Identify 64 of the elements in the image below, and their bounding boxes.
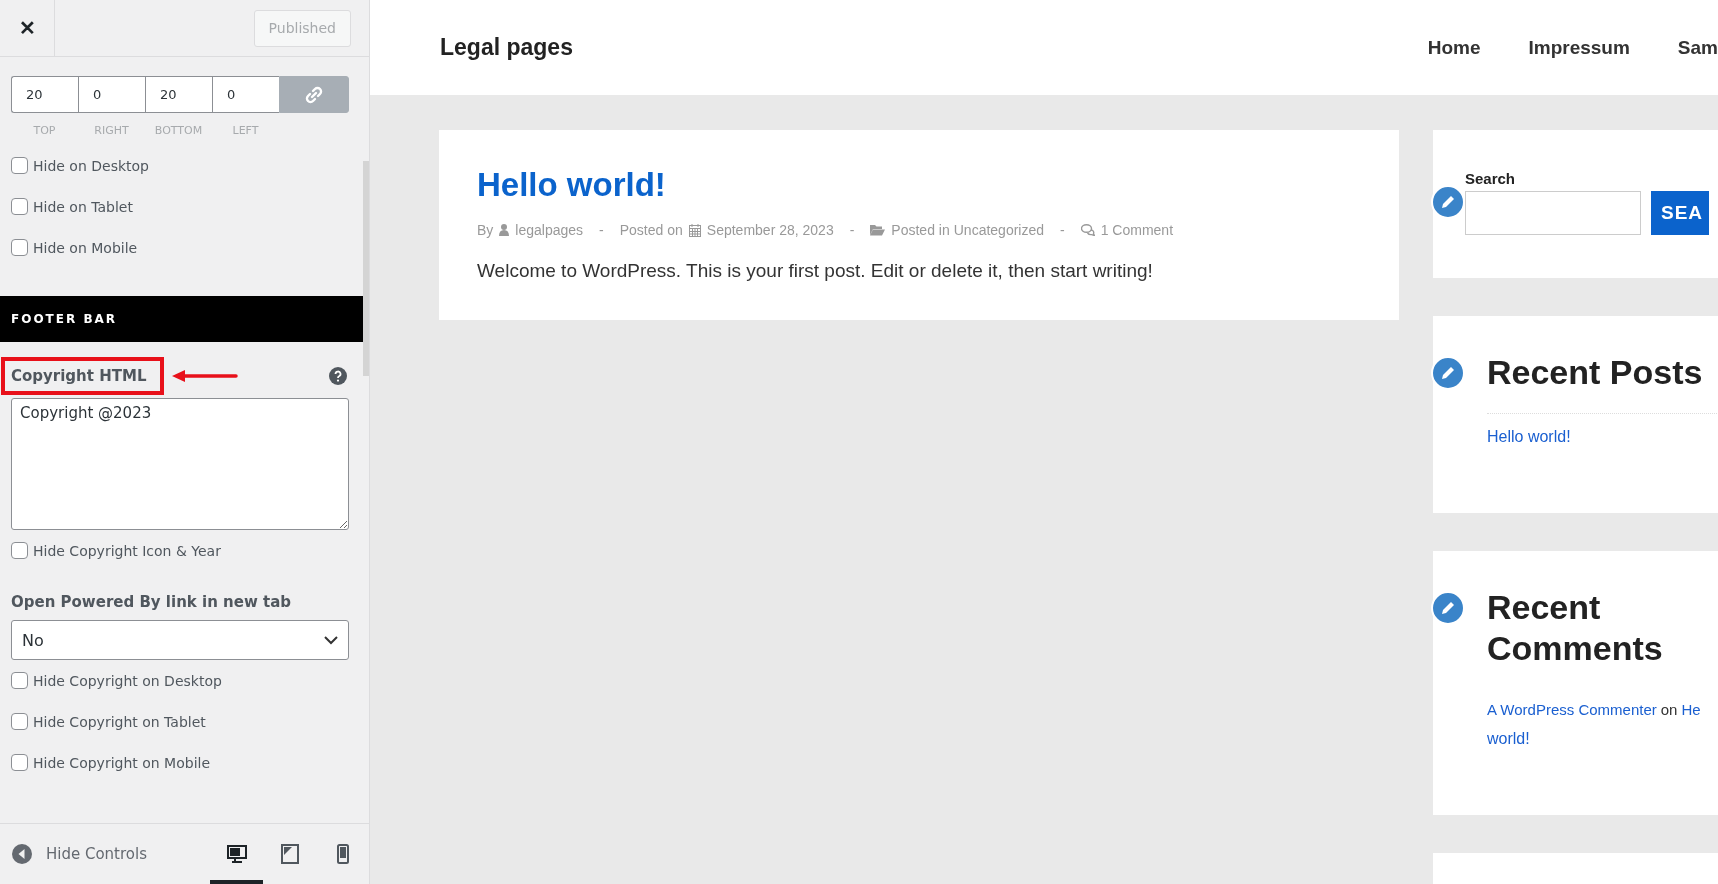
collapse-icon xyxy=(12,844,32,864)
copyright-textarea[interactable]: Copyright @2023 xyxy=(11,398,349,530)
commenter-link[interactable]: A WordPress Commenter xyxy=(1487,700,1657,718)
nav-link[interactable]: Impressum xyxy=(1528,36,1630,59)
checkbox[interactable] xyxy=(11,713,28,730)
field-label: Copyright HTML xyxy=(3,359,163,393)
mobile-icon xyxy=(336,844,349,864)
padding-label: LEFT xyxy=(232,124,259,137)
padding-label: BOTTOM xyxy=(154,124,203,137)
checkbox-option[interactable]: Hide Copyright on Desktop xyxy=(11,670,349,691)
search-field[interactable] xyxy=(1465,191,1641,235)
widget-title: Recent Posts xyxy=(1487,352,1704,393)
link-values-button[interactable] xyxy=(279,76,349,113)
padding-label: TOP xyxy=(33,124,56,137)
checkbox-option[interactable]: Hide on Tablet xyxy=(11,196,349,217)
post-link[interactable]: He xyxy=(1681,700,1701,718)
meta-text: By xyxy=(477,222,494,238)
post-excerpt: Welcome to WordPress. This is your first post. Edit or delete it, then start writing! xyxy=(477,260,1154,282)
post-link[interactable]: Hello world! xyxy=(1487,427,1718,446)
checkbox[interactable] xyxy=(11,157,28,174)
chevron-down-icon xyxy=(324,635,338,645)
user-icon xyxy=(499,224,510,236)
folder-icon xyxy=(870,224,886,236)
tablet-icon xyxy=(280,844,299,864)
checkbox[interactable] xyxy=(11,754,28,771)
scrollbar[interactable] xyxy=(363,161,369,376)
nav-link[interactable]: Sam xyxy=(1677,36,1718,59)
checkbox-option[interactable]: Hide Copyright Icon & Year xyxy=(11,540,349,561)
separator: - xyxy=(1060,222,1065,238)
site-title[interactable]: Legal pages xyxy=(440,34,573,61)
separator: - xyxy=(849,222,855,238)
padding-input[interactable]: 20 xyxy=(11,76,78,113)
hide-controls-button[interactable]: Hide Controls xyxy=(12,844,147,864)
field-label: Open Powered By link in new tab xyxy=(11,593,293,611)
padding-label: RIGHT xyxy=(94,124,129,137)
checkbox[interactable] xyxy=(11,672,28,689)
checkbox[interactable] xyxy=(11,542,28,559)
widget-title: Recent Comments xyxy=(1487,587,1664,669)
separator: - xyxy=(599,222,604,238)
search-button[interactable]: SEA xyxy=(1651,191,1710,235)
annotation-arrow xyxy=(172,370,239,382)
meta-text: Posted in xyxy=(891,222,950,238)
meta-text: Posted on xyxy=(619,222,683,238)
nav-link[interactable]: Home xyxy=(1427,36,1481,59)
checkbox-option[interactable]: Hide Copyright on Tablet xyxy=(11,711,349,732)
select-dropdown[interactable]: No xyxy=(11,620,349,660)
help-icon[interactable] xyxy=(329,367,347,385)
close-button[interactable]: ✕ xyxy=(0,0,55,56)
checkbox[interactable] xyxy=(11,239,28,256)
checkbox-option[interactable]: Hide Copyright on Mobile xyxy=(11,752,349,773)
search-label: Search xyxy=(1465,170,1517,187)
desktop-icon xyxy=(226,845,247,863)
post-link[interactable]: world! xyxy=(1487,729,1701,748)
comments-icon xyxy=(1080,224,1095,236)
comment-text: on xyxy=(1660,700,1678,718)
checkbox[interactable] xyxy=(11,198,28,215)
padding-input[interactable]: 0 xyxy=(212,76,279,113)
checkbox-option[interactable]: Hide on Desktop xyxy=(11,155,349,176)
post-title[interactable]: Hello world! xyxy=(477,166,1361,204)
padding-input[interactable]: 20 xyxy=(145,76,212,113)
link-icon xyxy=(304,84,324,105)
padding-input[interactable]: 0 xyxy=(78,76,145,113)
calendar-icon xyxy=(688,223,701,237)
checkbox-option[interactable]: Hide on Mobile xyxy=(11,237,349,258)
